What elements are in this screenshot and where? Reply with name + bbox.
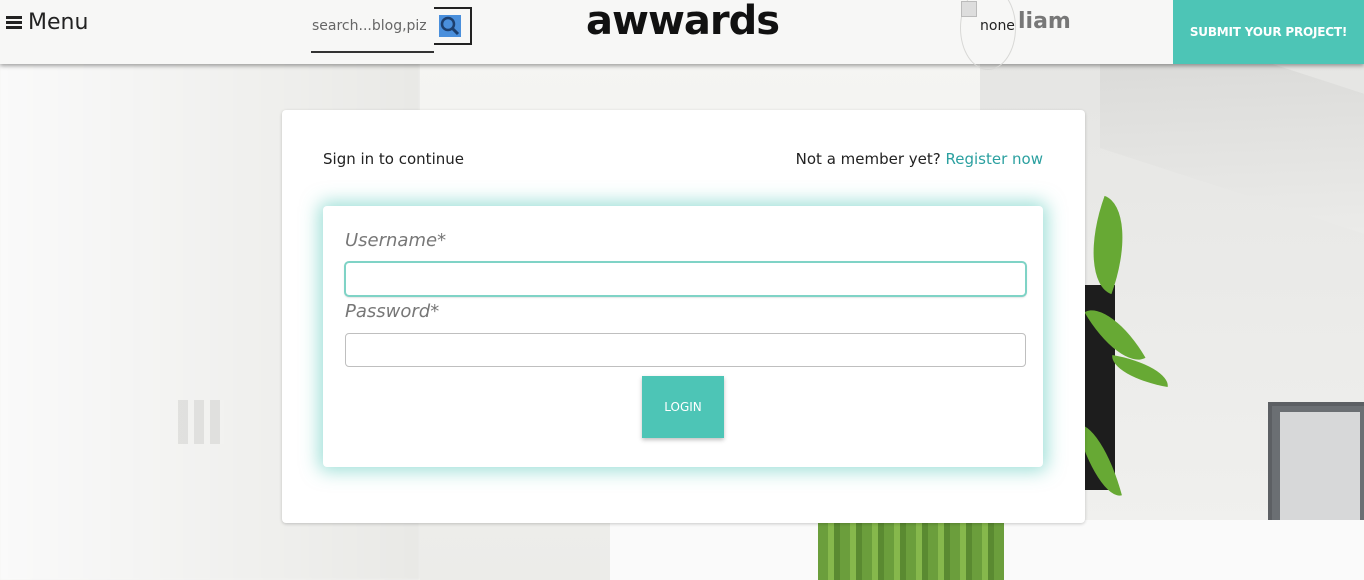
login-button[interactable]: LOGIN: [642, 376, 724, 438]
username-label: Username*: [345, 230, 447, 251]
login-form: Username* Password* LOGIN: [323, 206, 1043, 467]
site-logo[interactable]: awwards: [586, 0, 780, 44]
avatar-alt-text: none: [980, 18, 1015, 34]
username-link[interactable]: liam: [1018, 9, 1071, 34]
password-field[interactable]: [345, 333, 1026, 367]
search-input[interactable]: [311, 7, 434, 53]
avatar[interactable]: none: [960, 0, 1016, 70]
register-link[interactable]: Register now: [946, 150, 1043, 168]
member-prompt: Not a member yet? Register now: [796, 150, 1043, 168]
password-label: Password*: [345, 301, 440, 322]
top-navbar: Menu awwards none liam SUBMIT YOUR PROJE…: [0, 0, 1364, 70]
hamburger-icon: [6, 15, 22, 30]
signin-heading: Sign in to continue: [323, 150, 464, 168]
member-prompt-text: Not a member yet?: [795, 150, 941, 168]
broken-image-icon: [961, 1, 977, 17]
login-card: Sign in to continue Not a member yet? Re…: [282, 110, 1085, 523]
menu-label: Menu: [28, 10, 89, 35]
username-field[interactable]: [345, 262, 1026, 296]
search-form: [311, 7, 474, 53]
menu-button[interactable]: Menu: [6, 10, 88, 35]
search-button[interactable]: [434, 7, 472, 45]
submit-project-button[interactable]: SUBMIT YOUR PROJECT!: [1173, 0, 1364, 64]
search-icon: [439, 15, 461, 37]
